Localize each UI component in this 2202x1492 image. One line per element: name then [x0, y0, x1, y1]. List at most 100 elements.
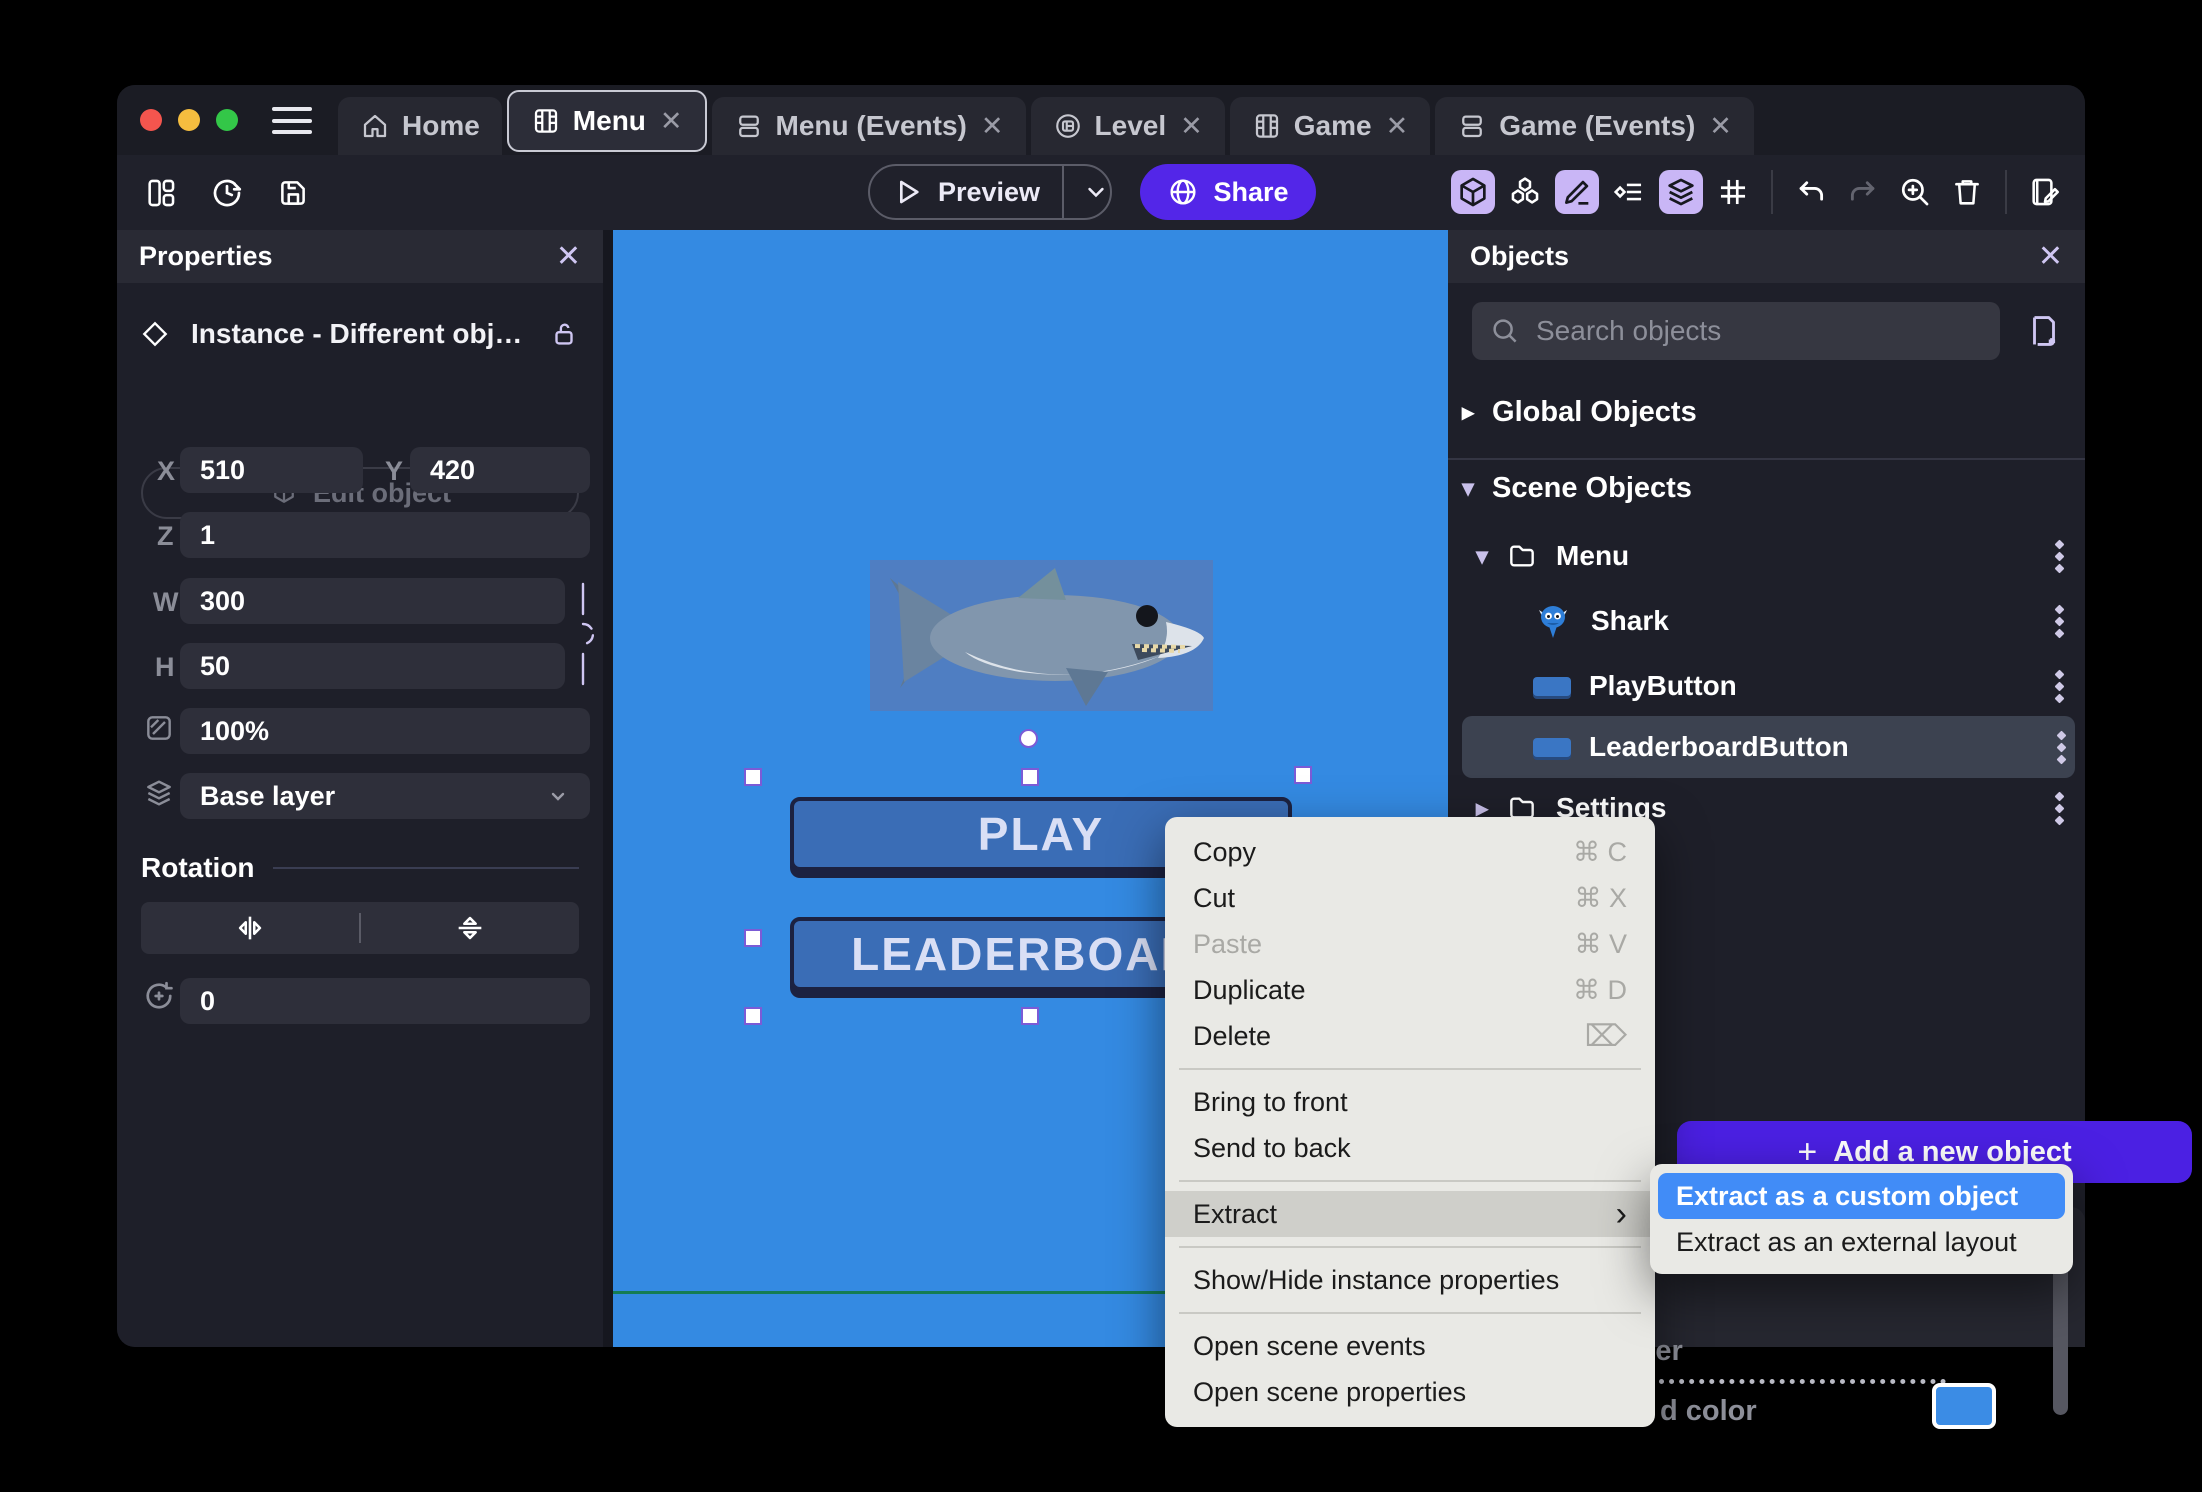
menu-item-bring-to-front[interactable]: Bring to front — [1165, 1079, 1655, 1125]
events-icon — [738, 115, 759, 138]
opacity-field[interactable]: 100% — [180, 708, 590, 754]
delete-button[interactable] — [1945, 170, 1989, 214]
version-history-button[interactable] — [205, 171, 249, 215]
close-window-button[interactable] — [140, 109, 162, 131]
rotation-field[interactable]: 0 — [180, 978, 590, 1024]
unlock-icon[interactable] — [549, 319, 579, 349]
maximize-window-button[interactable] — [216, 109, 238, 131]
blocks-icon — [1511, 177, 1539, 204]
tab-game[interactable]: Game ✕ — [1229, 97, 1431, 155]
undo-button[interactable] — [1789, 170, 1833, 214]
x-field[interactable]: 510 — [180, 447, 363, 493]
tree-row-leaderboardbutton[interactable]: LeaderboardButton — [1462, 716, 2075, 778]
menu-item-duplicate[interactable]: Duplicate ⌘ D — [1165, 967, 1655, 1013]
menu-item-open-scene-properties[interactable]: Open scene properties — [1165, 1369, 1655, 1415]
main-menu-icon[interactable] — [272, 107, 312, 134]
selection-handle-mid-left[interactable] — [744, 929, 762, 947]
tab-level[interactable]: Level ✕ — [1030, 97, 1225, 155]
close-icon[interactable]: ✕ — [556, 239, 581, 274]
panels-icon — [148, 179, 175, 207]
scrollbar-thumb[interactable] — [2053, 1255, 2068, 1415]
background-color-swatch[interactable] — [1932, 1383, 1996, 1429]
row-menu-icon[interactable] — [2054, 791, 2065, 825]
selection-handle-bottom-center[interactable] — [1021, 1007, 1039, 1025]
rotate-selection-handle[interactable] — [1019, 729, 1038, 748]
close-tab-icon[interactable]: ✕ — [1386, 111, 1409, 142]
menu-item-open-scene-events[interactable]: Open scene events — [1165, 1323, 1655, 1369]
row-menu-icon[interactable] — [2054, 539, 2065, 573]
submenu-item-extract-custom-object[interactable]: Extract as a custom object — [1658, 1173, 2065, 1219]
scene-objects-section[interactable]: ▾ Scene Objects — [1462, 472, 1692, 505]
close-tab-icon[interactable]: ✕ — [981, 111, 1004, 142]
zoom-button[interactable] — [1893, 170, 1937, 214]
redo-icon — [1850, 181, 1875, 201]
preview-split-button[interactable]: Preview — [868, 164, 1112, 220]
save-button[interactable] — [271, 171, 315, 215]
x-label: X — [157, 456, 176, 486]
close-tab-icon[interactable]: ✕ — [1180, 111, 1203, 142]
shortcut: ⌘ V — [1574, 928, 1627, 959]
minimize-window-button[interactable] — [178, 109, 200, 131]
tab-home[interactable]: Home — [338, 97, 502, 155]
selection-handle-top-right[interactable] — [1294, 766, 1312, 784]
chevron-down-icon[interactable] — [1082, 178, 1110, 206]
save-icon — [281, 181, 305, 205]
menu-item-show-hide-instance-properties[interactable]: Show/Hide instance properties — [1165, 1257, 1655, 1303]
h-field[interactable]: 50 — [180, 643, 565, 689]
y-field[interactable]: 420 — [410, 447, 590, 493]
search-objects-box[interactable] — [1472, 302, 2000, 360]
global-objects-section[interactable]: ▸ Global Objects — [1462, 396, 1697, 429]
rotation-section-header: Rotation — [141, 852, 579, 884]
object-mode-button[interactable] — [1451, 170, 1495, 214]
tree-row-label: PlayButton — [1589, 670, 1737, 701]
menu-item-cut[interactable]: Cut ⌘ X — [1165, 875, 1655, 921]
row-menu-icon[interactable] — [2056, 730, 2067, 764]
edit-mode-button[interactable] — [1555, 170, 1599, 214]
flip-horizontal-button[interactable] — [141, 911, 359, 945]
tab-label: Level — [1094, 110, 1167, 141]
preview-label: Preview — [937, 176, 1041, 207]
menu-item-copy[interactable]: Copy ⌘ C — [1165, 829, 1655, 875]
selection-handle-top-left[interactable] — [744, 768, 762, 786]
search-objects-input[interactable] — [1536, 315, 1982, 347]
share-button[interactable]: Share — [1140, 164, 1316, 220]
tree-row-menu-folder[interactable]: ▾ Menu — [1476, 530, 2073, 582]
close-tab-icon[interactable]: ✕ — [1709, 111, 1732, 142]
panels-layout-button[interactable] — [139, 171, 183, 215]
w-field[interactable]: 300 — [180, 578, 565, 624]
layers-panel-button[interactable] — [1659, 170, 1703, 214]
submenu-item-extract-external-layout[interactable]: Extract as an external layout — [1658, 1219, 2065, 1265]
tree-row-shark[interactable]: Shark — [1476, 590, 2073, 652]
scene-objects-label: Scene Objects — [1492, 472, 1692, 504]
toolbar-divider — [2005, 170, 2007, 214]
z-field[interactable]: 1 — [180, 512, 590, 558]
objects-groups-button[interactable] — [1503, 170, 1547, 214]
row-menu-icon[interactable] — [2054, 604, 2065, 638]
tab-label: Game — [1293, 110, 1372, 141]
menu-item-send-to-back[interactable]: Send to back — [1165, 1125, 1655, 1171]
layer-select[interactable]: Base layer — [180, 773, 590, 819]
row-menu-icon[interactable] — [2054, 669, 2065, 703]
redo-button[interactable] — [1841, 170, 1885, 214]
z-label: Z — [157, 521, 174, 551]
submenu-arrow-icon: › — [1615, 1194, 1627, 1233]
selection-handle-bottom-left[interactable] — [744, 1007, 762, 1025]
flip-vertical-button[interactable] — [361, 911, 579, 945]
selection-handle-top-center[interactable] — [1021, 768, 1039, 786]
instances-list-button[interactable] — [1607, 170, 1651, 214]
add-folder-icon[interactable] — [2025, 312, 2063, 350]
shark-instance[interactable] — [870, 560, 1213, 711]
zoom-in-icon — [1901, 178, 1929, 206]
tab-menu-events[interactable]: Menu (Events) ✕ — [711, 97, 1026, 155]
link-dimensions-icon[interactable] — [572, 582, 594, 686]
grid-button[interactable] — [1711, 170, 1755, 214]
scene-properties-button[interactable] — [2023, 170, 2067, 214]
menu-item-extract[interactable]: Extract › — [1165, 1191, 1655, 1237]
menu-item-delete[interactable]: Delete ⌦ — [1165, 1013, 1655, 1059]
close-tab-icon[interactable]: ✕ — [660, 106, 683, 137]
tree-row-playbutton[interactable]: PlayButton — [1476, 658, 2073, 714]
tab-game-events[interactable]: Game (Events) ✕ — [1435, 97, 1754, 155]
tab-menu[interactable]: Menu ✕ — [506, 90, 707, 152]
history-clock-icon — [213, 179, 242, 207]
close-icon[interactable]: ✕ — [2038, 239, 2063, 274]
